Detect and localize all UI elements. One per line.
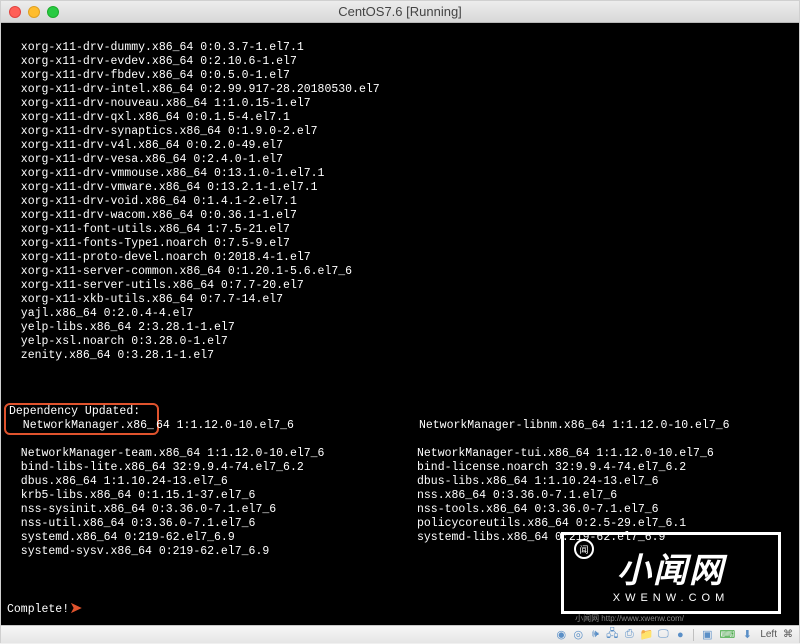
package-line: xorg-x11-drv-dummy.x86_64 0:0.3.7-1.el7.…: [7, 41, 793, 55]
package-line: xorg-x11-fonts-Type1.noarch 0:7.5-9.el7: [7, 237, 793, 251]
dep-right: bind-license.noarch 32:9.9.4-74.el7_6.2: [417, 461, 793, 475]
network-icon[interactable]: 🖧: [605, 628, 619, 642]
package-line: xorg-x11-proto-devel.noarch 0:2018.4-1.e…: [7, 251, 793, 265]
dependency-row: systemd.x86_64 0:219-62.el7_6.9systemd-l…: [7, 531, 793, 545]
disk-icon[interactable]: ◉: [554, 628, 568, 642]
display-icon[interactable]: 🖵: [656, 628, 670, 642]
package-line: xorg-x11-drv-vmware.x86_64 0:13.2.1-1.el…: [7, 181, 793, 195]
traffic-lights: [9, 6, 59, 18]
package-line: xorg-x11-server-utils.x86_64 0:7.7-20.el…: [7, 279, 793, 293]
shared-folder-icon[interactable]: 📁: [639, 628, 653, 642]
package-line: xorg-x11-drv-fbdev.x86_64 0:0.5.0-1.el7: [7, 69, 793, 83]
package-line: xorg-x11-font-utils.x86_64 1:7.5-21.el7: [7, 223, 793, 237]
dependency-row: NetworkManager-team.x86_64 1:1.12.0-10.e…: [7, 447, 793, 461]
vm-status-icons: ◉ ◎ 🕪 🖧 ⎙ 📁 🖵 ●: [554, 628, 687, 642]
status-separator: [693, 629, 694, 641]
package-line: zenity.x86_64 0:3.28.1-1.el7: [7, 349, 793, 363]
dependency-row: dbus.x86_64 1:1.10.24-13.el7_6dbus-libs.…: [7, 475, 793, 489]
dependency-row: nss-util.x86_64 0:3.36.0-7.1.el7_6policy…: [7, 517, 793, 531]
package-line: xorg-x11-drv-vesa.x86_64 0:2.4.0-1.el7: [7, 153, 793, 167]
dependency-row: bind-libs-lite.x86_64 32:9.9.4-74.el7_6.…: [7, 461, 793, 475]
dep-right: nss-tools.x86_64 0:3.36.0-7.1.el7_6: [417, 503, 793, 517]
terminal[interactable]: xorg-x11-drv-dummy.x86_64 0:0.3.7-1.el7.…: [1, 23, 799, 625]
section-header-highlight: Dependency Updated: NetworkManager.x86_: [4, 403, 159, 435]
dep-left: krb5-libs.x86_64 0:1.15.1-37.el7_6: [7, 489, 417, 503]
window-title: CentOS7.6 [Running]: [338, 4, 462, 19]
dep-left: systemd-sysv.x86_64 0:219-62.el7_6.9: [7, 545, 417, 559]
package-line: xorg-x11-drv-intel.x86_64 0:2.99.917-28.…: [7, 83, 793, 97]
maximize-button[interactable]: [47, 6, 59, 18]
package-line: xorg-x11-server-common.x86_64 0:1.20.1-5…: [7, 265, 793, 279]
host-key-label: Left: [760, 629, 777, 640]
package-line: yelp-xsl.noarch 0:3.28.0-1.el7: [7, 335, 793, 349]
usb-icon[interactable]: ⎙: [622, 628, 636, 642]
package-line: xorg-x11-drv-nouveau.x86_64 1:1.0.15-1.e…: [7, 97, 793, 111]
dep-right: NetworkManager-tui.x86_64 1:1.12.0-10.el…: [417, 447, 793, 461]
dep-left: systemd.x86_64 0:219-62.el7_6.9: [7, 531, 417, 545]
package-line: xorg-x11-drv-void.x86_64 0:1.4.1-2.el7.1: [7, 195, 793, 209]
left-arrow-icon: ⬇: [740, 628, 754, 642]
minimize-button[interactable]: [28, 6, 40, 18]
dependency-row: krb5-libs.x86_64 0:1.15.1-37.el7_6nss.x8…: [7, 489, 793, 503]
optical-icon[interactable]: ◎: [571, 628, 585, 642]
keyboard-capture-icon[interactable]: ⌨: [720, 628, 734, 642]
dep-first-right: NetworkManager-libnm.x86_64 1:1.12.0-10.…: [419, 419, 730, 432]
dep-left: dbus.x86_64 1:1.10.24-13.el7_6: [7, 475, 417, 489]
package-line: xorg-x11-drv-synaptics.x86_64 0:1.9.0-2.…: [7, 125, 793, 139]
dep-left: bind-libs-lite.x86_64 32:9.9.4-74.el7_6.…: [7, 461, 417, 475]
arrow-icon: ➤: [69, 600, 82, 618]
mouse-capture-icon[interactable]: ▣: [700, 628, 714, 642]
close-button[interactable]: [9, 6, 21, 18]
dep-right: [417, 545, 793, 559]
package-line: yajl.x86_64 0:2.0.4-4.el7: [7, 307, 793, 321]
statusbar: ◉ ◎ 🕪 🖧 ⎙ 📁 🖵 ● ▣ ⌨ ⬇ Left ⌘: [1, 625, 799, 643]
dep-left: nss-sysinit.x86_64 0:3.36.0-7.1.el7_6: [7, 503, 417, 517]
dep-left: nss-util.x86_64 0:3.36.0-7.1.el7_6: [7, 517, 417, 531]
dep-left: NetworkManager-team.x86_64 1:1.12.0-10.e…: [7, 447, 417, 461]
dependency-row: nss-sysinit.x86_64 0:3.36.0-7.1.el7_6nss…: [7, 503, 793, 517]
dep-right: policycoreutils.x86_64 0:2.5-29.el7_6.1: [417, 517, 793, 531]
package-line: xorg-x11-xkb-utils.x86_64 0:7.7-14.el7: [7, 293, 793, 307]
dependency-row: systemd-sysv.x86_64 0:219-62.el7_6.9: [7, 545, 793, 559]
package-line: yelp-libs.x86_64 2:3.28.1-1.el7: [7, 321, 793, 335]
audio-icon[interactable]: 🕪: [588, 628, 602, 642]
titlebar: CentOS7.6 [Running]: [1, 1, 799, 23]
dep-right: dbus-libs.x86_64 1:1.10.24-13.el7_6: [417, 475, 793, 489]
dep-right: systemd-libs.x86_64 0:219-62.el7_6.9: [417, 531, 793, 545]
dep-right: nss.x86_64 0:3.36.0-7.1.el7_6: [417, 489, 793, 503]
section-header: Dependency Updated:: [9, 405, 140, 418]
package-line: xorg-x11-drv-v4l.x86_64 0:0.2.0-49.el7: [7, 139, 793, 153]
package-line: xorg-x11-drv-vmmouse.x86_64 0:13.1.0-1.e…: [7, 167, 793, 181]
complete-text: Complete!: [7, 603, 69, 616]
recording-icon[interactable]: ●: [673, 628, 687, 642]
host-key-shortcut: ⌘: [783, 629, 793, 640]
dep-first-remainder: 64 1:1.12.0-10.el7_6: [156, 419, 294, 432]
package-line: xorg-x11-drv-evdev.x86_64 0:2.10.6-1.el7: [7, 55, 793, 69]
package-line: xorg-x11-drv-wacom.x86_64 0:0.36.1-1.el7: [7, 209, 793, 223]
package-line: xorg-x11-drv-qxl.x86_64 0:0.1.5-4.el7.1: [7, 111, 793, 125]
